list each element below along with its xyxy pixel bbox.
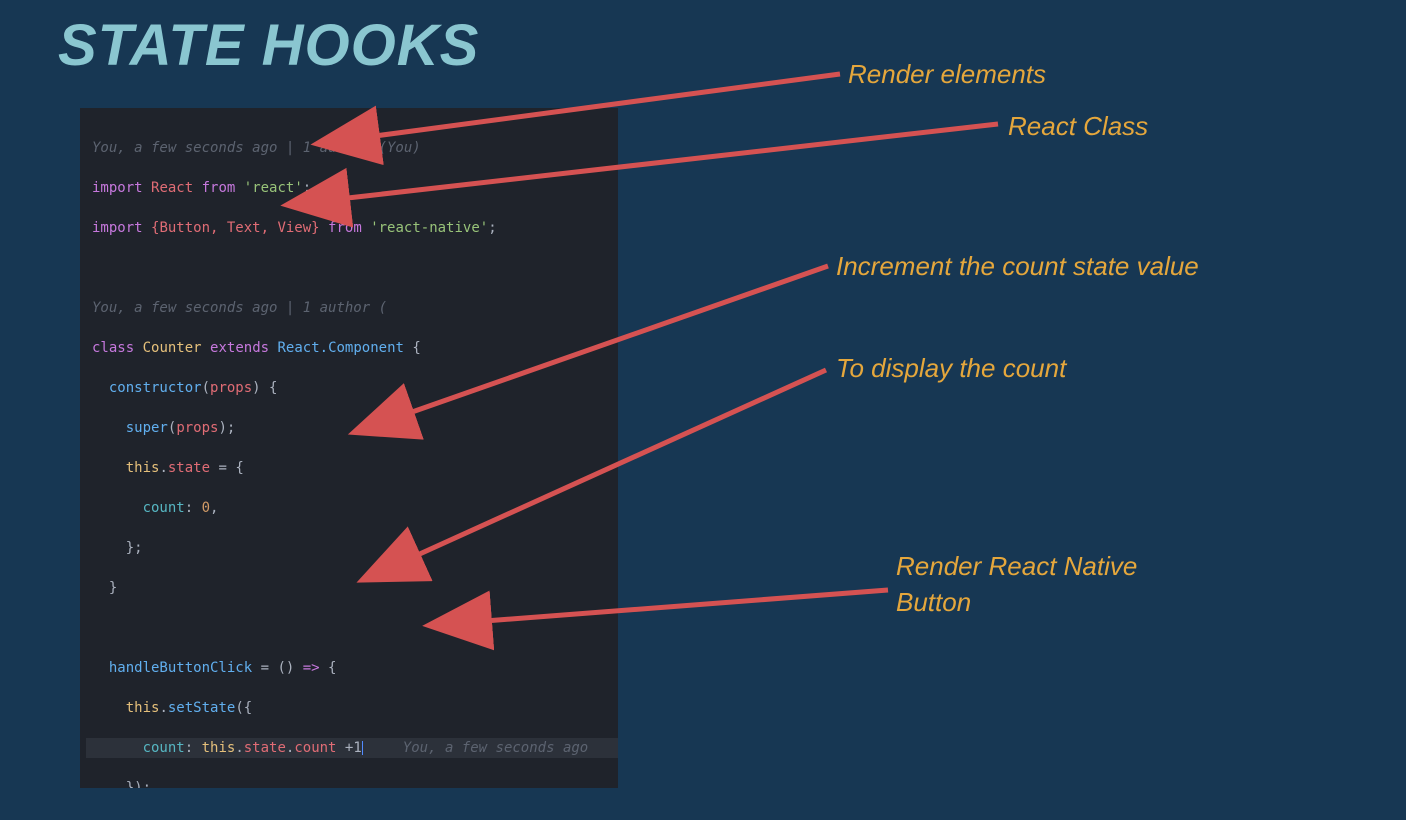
code-line: import {Button, Text, View} from 'react-…	[86, 218, 618, 238]
annotation-rn-button: Render React NativeButton	[896, 548, 1137, 620]
code-line: import React from 'react';	[86, 178, 618, 198]
annotation-increment: Increment the count state value	[836, 248, 1199, 284]
slide-title: STATE HOOKS	[58, 12, 479, 79]
annotation-react-class: React Class	[1008, 108, 1148, 144]
text-cursor	[362, 741, 363, 755]
inline-blame: You, a few seconds ago	[403, 740, 588, 756]
git-blame-annotation: You, a few seconds ago | 1 author (	[86, 298, 618, 318]
annotation-render-elements: Render elements	[848, 56, 1046, 92]
code-editor: You, a few seconds ago | 1 author (You) …	[80, 108, 618, 788]
code-line: class Counter extends React.Component {	[86, 338, 618, 358]
active-code-line: count: this.state.count +1You, a few sec…	[86, 738, 618, 758]
git-blame-annotation: You, a few seconds ago | 1 author (You)	[86, 138, 618, 158]
annotation-display-count: To display the count	[836, 350, 1066, 386]
